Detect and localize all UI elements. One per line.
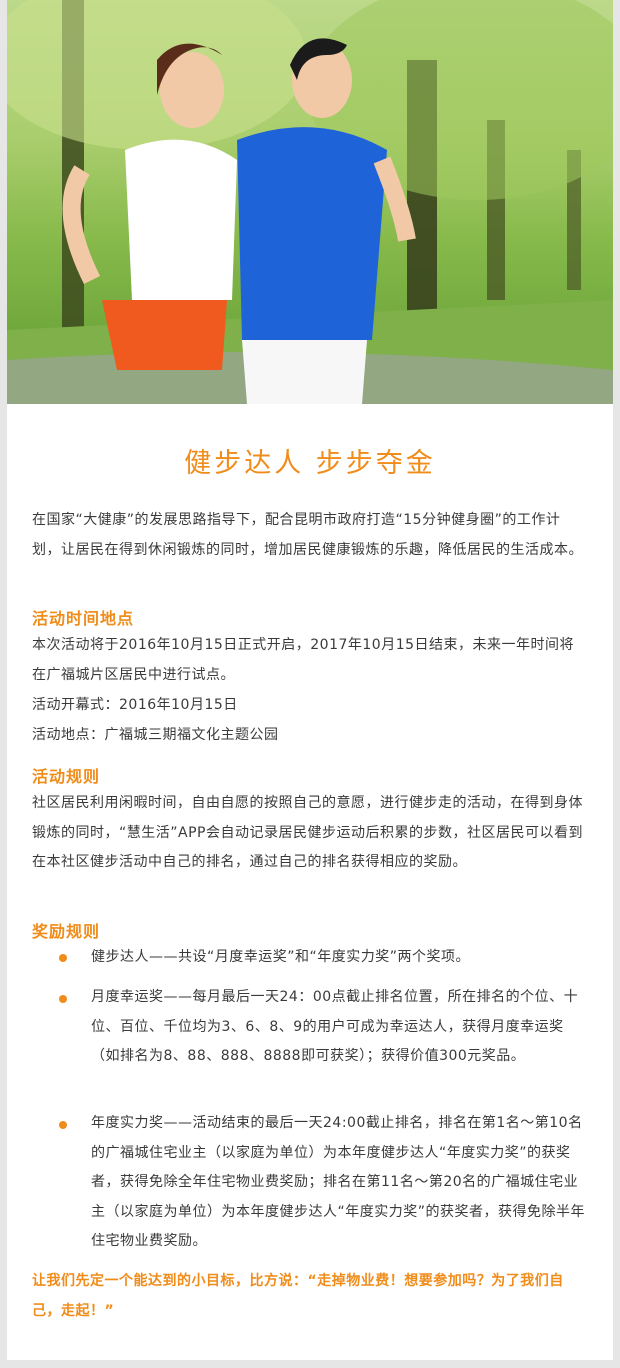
section-heading-time-place: 活动时间地点: [32, 609, 135, 628]
article-card: 健步达人 步步夺金 在国家“大健康”的发展思路指导下，配合昆明市政府打造“15分…: [7, 411, 613, 1360]
opening-date: 活动开幕式：2016年10月15日: [32, 697, 238, 713]
reward-item: 月度幸运奖——每月最后一天24：00点截止排名位置，所在排名的个位、十位、百位、…: [91, 989, 579, 1064]
section-heading-rewards: 奖励规则: [32, 922, 101, 941]
call-to-action: 让我们先定一个能达到的小目标，比方说：“走掉物业费！想要参加吗？为了我们自己，走…: [32, 1273, 564, 1319]
bullet-dot: [59, 1121, 67, 1129]
intro-paragraph: 在国家“大健康”的发展思路指导下，配合昆明市政府打造“15分钟健身圈”的工作计划…: [32, 512, 583, 558]
hero-photo: [7, 0, 613, 404]
page-title: 健步达人 步步夺金: [184, 448, 436, 479]
section-time-place-text: 本次活动将于2016年10月15日正式开启，2017年10月15日结束，未来一年…: [32, 637, 575, 683]
reward-item: 健步达人——共设“月度幸运奖”和“年度实力奖”两个奖项。: [91, 949, 471, 965]
reward-item: 年度实力奖——活动结束的最后一天24:00截止排名，排名在第1名～第10名的广福…: [91, 1115, 586, 1249]
page-frame: 健步达人 步步夺金 在国家“大健康”的发展思路指导下，配合昆明市政府打造“15分…: [7, 0, 613, 1360]
bullet-dot: [59, 995, 67, 1003]
rules-paragraph: 社区居民利用闲暇时间，自由自愿的按照自己的意愿，进行健步走的活动，在得到身体锻炼…: [32, 795, 583, 870]
hero-photo-icon: [7, 0, 613, 404]
activity-location: 活动地点：广福城三期福文化主题公园: [32, 727, 279, 743]
section-heading-rules: 活动规则: [32, 767, 101, 786]
bullet-dot: [59, 954, 67, 962]
